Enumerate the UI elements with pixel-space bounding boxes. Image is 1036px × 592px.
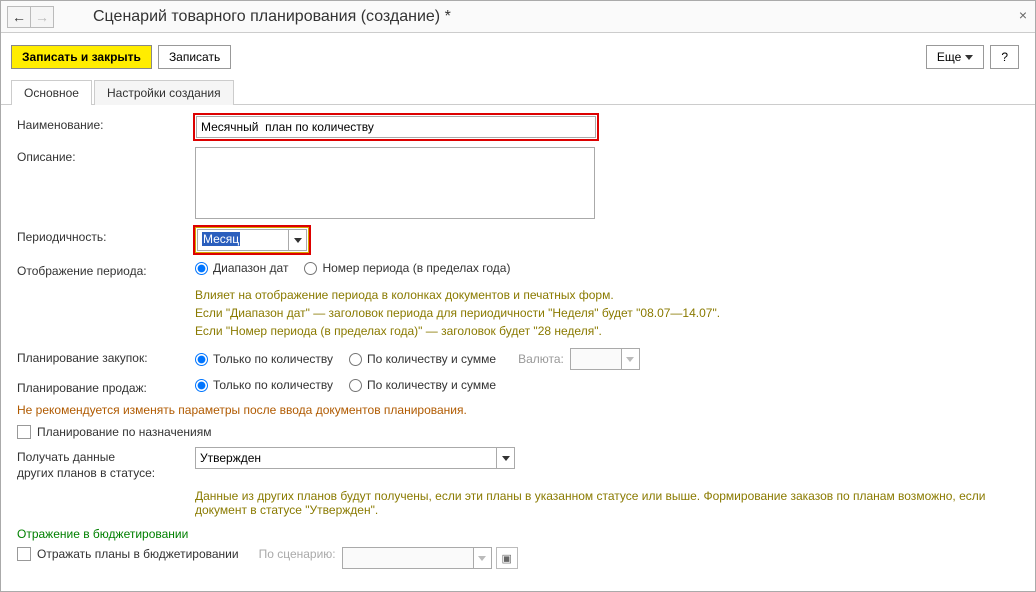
save-button[interactable]: Записать (158, 45, 231, 69)
toolbar: Записать и закрыть Записать Еще ? (1, 33, 1035, 79)
titlebar: ← → Сценарий товарного планирования (соз… (1, 1, 1035, 33)
status-dropdown-icon[interactable] (496, 448, 514, 468)
open-scenario-icon[interactable]: ▣ (496, 547, 518, 569)
highlight-name (195, 115, 597, 139)
scenario-input (343, 548, 473, 568)
save-close-button[interactable]: Записать и закрыть (11, 45, 152, 69)
heading-budget: Отражение в бюджетировании (17, 527, 1019, 541)
radio-sales-qty[interactable]: Только по количеству (195, 378, 333, 392)
label-name: Наименование: (17, 115, 195, 132)
periodicity-combo[interactable]: Месяц (197, 229, 307, 251)
form-content: Наименование: Описание: Периодичность: М… (1, 105, 1035, 587)
periodicity-dropdown-icon[interactable] (288, 230, 306, 250)
label-by-purpose: Планирование по назначениям (37, 425, 211, 439)
name-input[interactable] (196, 116, 596, 138)
radio-purchase-qty-sum[interactable]: По количеству и сумме (349, 352, 496, 366)
chevron-down-icon (965, 55, 973, 60)
back-button[interactable]: ← (7, 6, 31, 28)
radio-purchase-qty[interactable]: Только по количеству (195, 352, 333, 366)
scenario-dropdown-icon (473, 548, 491, 568)
status-input[interactable] (196, 448, 496, 468)
tabs: Основное Настройки создания (1, 79, 1035, 105)
forward-button[interactable]: → (30, 6, 54, 28)
label-by-scenario: По сценарию: (259, 547, 336, 561)
scenario-combo (342, 547, 492, 569)
label-periodicity: Периодичность: (17, 227, 195, 244)
checkbox-by-purpose[interactable] (17, 425, 31, 439)
label-description: Описание: (17, 147, 195, 164)
highlight-period-outer: Месяц (195, 227, 309, 253)
more-button[interactable]: Еще (926, 45, 984, 69)
description-textarea[interactable] (195, 147, 595, 219)
status-combo[interactable] (195, 447, 515, 469)
radio-sales-qty-sum[interactable]: По количеству и сумме (349, 378, 496, 392)
tab-settings[interactable]: Настройки создания (94, 80, 234, 105)
close-icon[interactable]: × (1019, 7, 1027, 23)
label-reflect-budget: Отражать планы в бюджетировании (37, 547, 239, 561)
hint-period: Влияет на отображение периода в колонках… (195, 286, 1019, 340)
label-period-display: Отображение периода: (17, 261, 195, 278)
label-currency: Валюта: (518, 348, 640, 370)
radio-period-number[interactable]: Номер периода (в пределах года) (304, 261, 510, 275)
radio-date-range[interactable]: Диапазон дат (195, 261, 288, 275)
highlight-period-inner: Месяц (196, 228, 308, 252)
tab-main[interactable]: Основное (11, 80, 92, 105)
hint-status: Данные из других планов будут получены, … (195, 489, 1019, 517)
label-purchase-planning: Планирование закупок: (17, 348, 195, 365)
window: ← → Сценарий товарного планирования (соз… (0, 0, 1036, 592)
label-get-data: Получать данные других планов в статусе: (17, 447, 195, 481)
checkbox-reflect-budget[interactable] (17, 547, 31, 561)
currency-input (571, 349, 621, 369)
page-title: Сценарий товарного планирования (создани… (93, 8, 451, 26)
label-sales-planning: Планирование продаж: (17, 378, 195, 395)
warning-text: Не рекомендуется изменять параметры посл… (17, 403, 1019, 417)
currency-dropdown-icon (621, 349, 639, 369)
currency-combo (570, 348, 640, 370)
help-button[interactable]: ? (990, 45, 1019, 69)
